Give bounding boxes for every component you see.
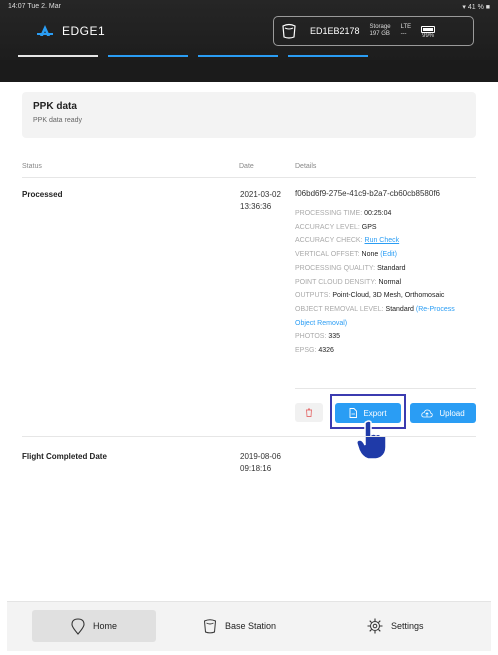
app-name: EDGE1: [62, 24, 106, 38]
detail-value: 335: [328, 333, 341, 341]
nav-settings-label: Settings: [391, 621, 424, 631]
cloud-upload-icon: [421, 409, 433, 417]
device-battery: 99%: [421, 24, 436, 39]
time-line: 13:36:36: [240, 202, 272, 211]
detail-object-removal: OBJECT REMOVAL LEVEL: Standard (Re-Proce…: [295, 303, 475, 330]
column-header-details: Details: [295, 163, 317, 170]
detail-key: ACCURACY CHECK:: [295, 237, 363, 245]
export-label: Export: [363, 408, 387, 418]
column-header-date: Date: [239, 163, 254, 170]
battery-value: 99%: [422, 32, 435, 39]
tab-indicator: [108, 55, 188, 57]
column-header-status: Status: [22, 163, 42, 170]
run-check-link[interactable]: Run Check: [365, 237, 400, 244]
detail-value: Standard: [377, 264, 406, 272]
bottom-navigation: Home Base Station Settings: [7, 601, 491, 651]
detail-value: None: [361, 251, 379, 259]
time-line: 09:18:16: [240, 464, 272, 473]
nav-base-station-label: Base Station: [225, 621, 277, 631]
lte-label: LTE: [400, 24, 412, 30]
row-divider: [22, 436, 476, 437]
upload-button[interactable]: Upload: [410, 403, 476, 423]
row-date-processed: 2021-03-02 13:36:36: [240, 189, 281, 213]
detail-processing-quality: PROCESSING QUALITY: Standard: [295, 262, 475, 276]
detail-value: 4326: [318, 347, 334, 355]
ppk-data-card: PPK data PPK data ready: [22, 92, 476, 138]
delete-button[interactable]: [295, 403, 323, 422]
detail-key: PHOTOS:: [295, 333, 327, 341]
detail-key: VERTICAL OFFSET:: [295, 251, 360, 259]
detail-value: GPS: [361, 223, 377, 231]
upload-label: Upload: [439, 408, 465, 418]
detail-value: Standard: [385, 305, 414, 313]
base-station-icon: [203, 619, 217, 634]
ppk-title: PPK data: [33, 101, 77, 112]
storage-value: 197 GB: [369, 31, 390, 37]
app-brand: EDGE1: [36, 24, 105, 38]
lte-value: ---: [400, 31, 407, 37]
nav-settings[interactable]: Settings: [367, 610, 424, 642]
map-pin-icon: [71, 617, 85, 635]
tab-indicator: [198, 55, 278, 57]
storage-info: Storage 197 GB: [370, 24, 391, 38]
status-bar-indicators: ▾ 41 % ■: [462, 4, 490, 11]
nav-home-label: Home: [92, 621, 117, 631]
detail-value: Normal: [378, 278, 402, 286]
date-line: 2021-03-02: [240, 190, 281, 199]
nav-home[interactable]: Home: [32, 610, 156, 642]
details-list: PROCESSING TIME: 00:25:04 ACCURACY LEVEL…: [295, 207, 475, 358]
file-icon: [349, 408, 358, 418]
tab-indicator: [288, 55, 368, 57]
row-date-flight-completed: 2019-08-06 09:18:16: [240, 451, 281, 475]
pointing-hand-icon: [356, 420, 387, 460]
detail-key: EPSG:: [295, 347, 317, 355]
device-id: ED1EB2178: [310, 26, 360, 36]
header-bar: 14:07 Tue 2. Mar ▾ 41 % ■ EDGE1 ED1EB217…: [0, 0, 498, 60]
date-line: 2019-08-06: [240, 452, 281, 461]
detail-key: OUTPUTS:: [295, 292, 331, 300]
battery-icon: [421, 25, 436, 33]
detail-value: 00:25:04: [364, 210, 392, 217]
actions-divider: [295, 388, 476, 389]
processing-id: f06bd6f9-275e-41c9-b2a7-cb60cb8580f6: [295, 189, 441, 198]
edit-offset-link[interactable]: (Edit): [380, 251, 397, 258]
tab-indicator: [18, 55, 98, 57]
detail-outputs: OUTPUTS: Point-Cloud, 3D Mesh, Orthomosa…: [295, 289, 475, 303]
detail-epsg: EPSG: 4326: [295, 344, 475, 358]
detail-key: POINT CLOUD DENSITY:: [295, 278, 377, 286]
lte-info: LTE ---: [401, 24, 412, 38]
row-status-processed: Processed: [22, 190, 63, 199]
status-bar-time: 14:07 Tue 2. Mar: [8, 3, 61, 10]
detail-accuracy-level: ACCURACY LEVEL: GPS: [295, 221, 475, 235]
device-status-panel[interactable]: ED1EB2178 Storage 197 GB LTE --- 99%: [273, 16, 474, 46]
base-station-device-icon: [282, 23, 296, 39]
row-status-flight-completed: Flight Completed Date: [22, 452, 107, 461]
detail-photos: PHOTOS: 335: [295, 330, 475, 344]
detail-point-cloud-density: POINT CLOUD DENSITY: Normal: [295, 276, 475, 290]
gear-icon: [367, 618, 383, 634]
detail-vertical-offset: VERTICAL OFFSET: None (Edit): [295, 248, 475, 262]
app-logo-icon: [37, 25, 53, 36]
detail-value: Point-Cloud, 3D Mesh, Orthomosaic: [332, 292, 445, 300]
detail-key: OBJECT REMOVAL LEVEL:: [295, 305, 384, 313]
detail-key: ACCURACY LEVEL:: [295, 223, 360, 231]
detail-key: PROCESSING TIME:: [295, 210, 363, 217]
ppk-subtitle: PPK data ready: [33, 117, 83, 124]
top-header: 14:07 Tue 2. Mar ▾ 41 % ■ EDGE1 ED1EB217…: [0, 0, 498, 82]
storage-label: Storage: [369, 24, 391, 30]
detail-accuracy-check: ACCURACY CHECK: Run Check: [295, 234, 475, 248]
header-tab-strip: [0, 52, 498, 60]
nav-base-station[interactable]: Base Station: [203, 610, 276, 642]
trash-icon: [306, 408, 312, 417]
table-header: Status Date Details: [22, 160, 476, 178]
detail-key: PROCESSING QUALITY:: [295, 264, 376, 272]
detail-processing-time: PROCESSING TIME: 00:25:04: [295, 207, 475, 221]
